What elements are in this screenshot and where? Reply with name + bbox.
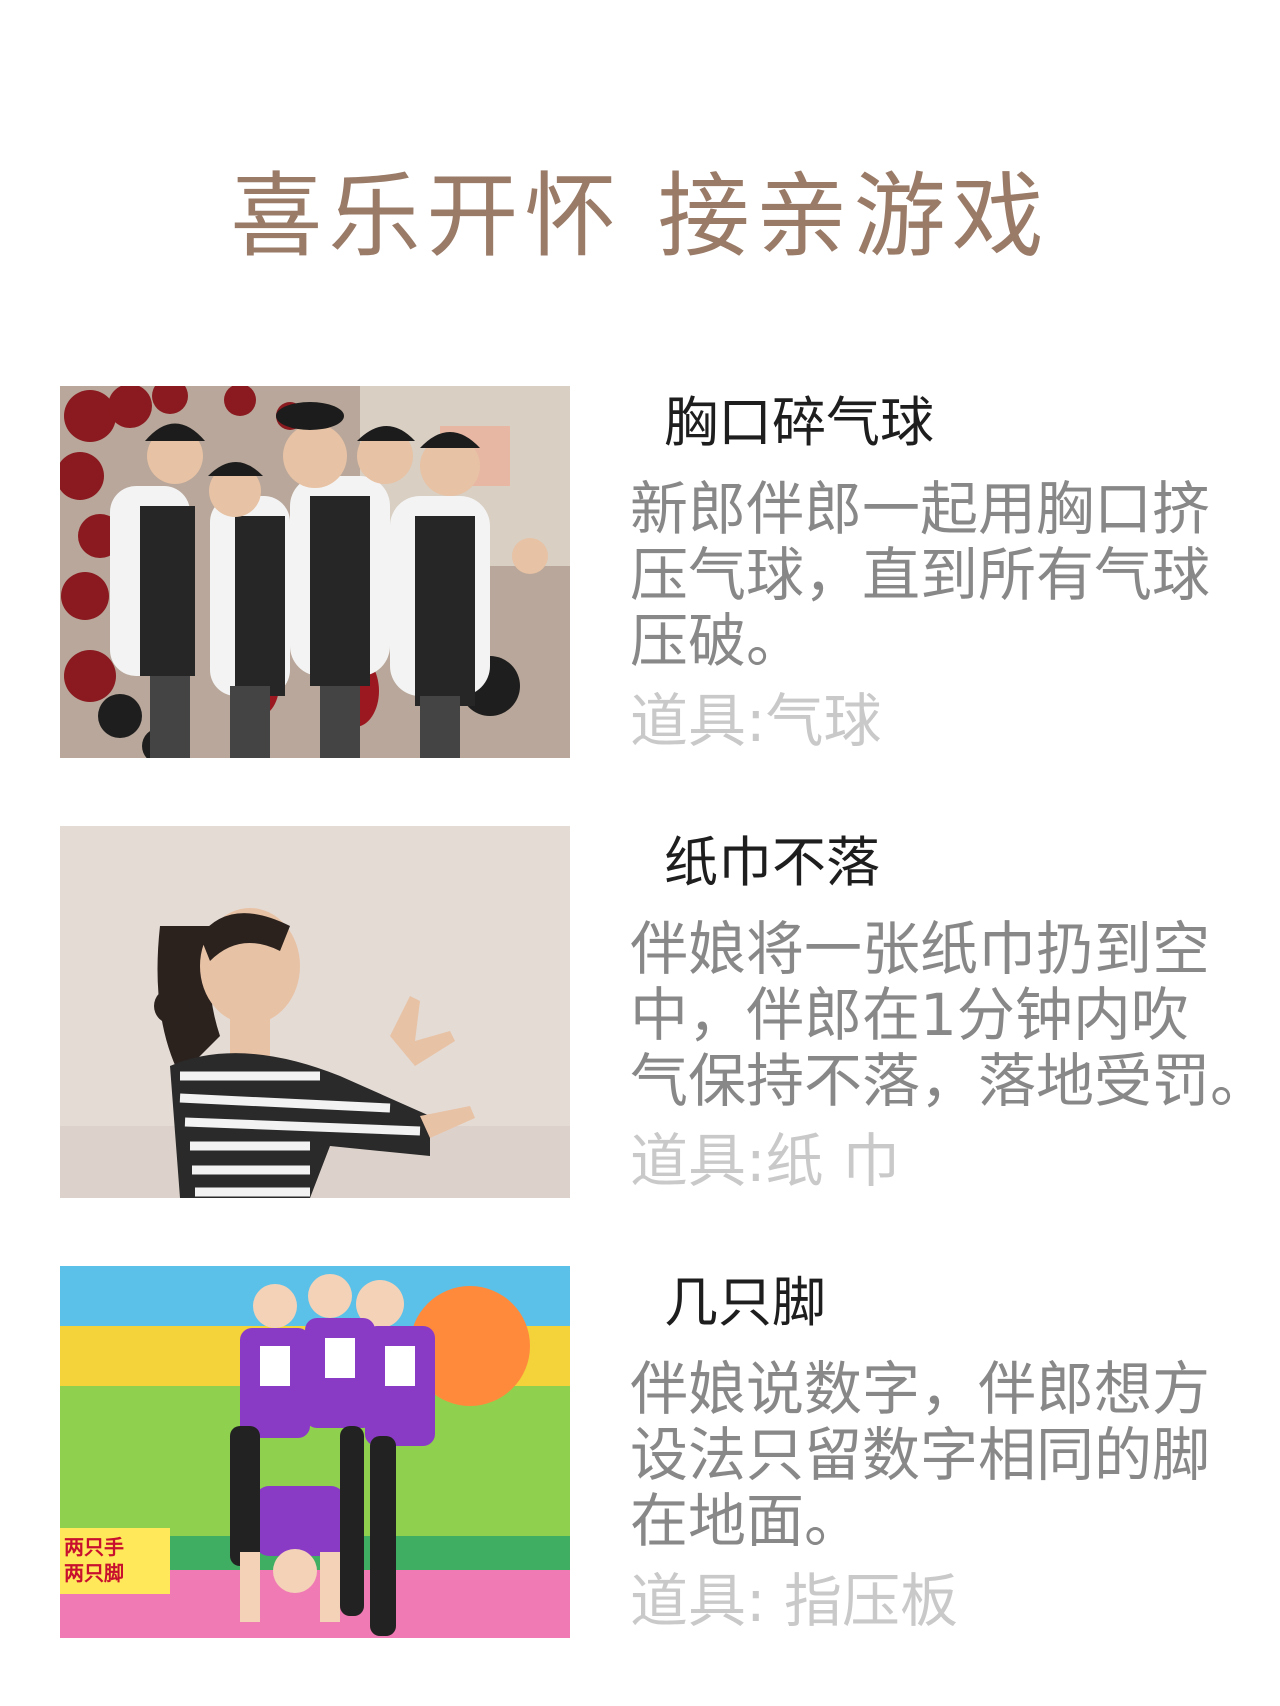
photo-caption-line: 两只手 [64, 1535, 124, 1559]
description-line: 压气球，直到所有气球 [630, 541, 1211, 609]
woman-blowing-tissue-photo [60, 826, 570, 1198]
game-description: 新郎伴郎一起用胸口挤 压气球，直到所有气球 压破。 [630, 476, 1240, 674]
game-card-feet: 两只手 两只脚 几只脚 伴娘说数字，伴郎想方 设法只留数字相同的脚 在地面。 道… [60, 1266, 1240, 1638]
description-line: 压破。 [630, 607, 805, 675]
game-prop: 道具:气球 [630, 687, 882, 755]
tv-show-feet-game-photo: 两只手 两只脚 [60, 1266, 570, 1638]
page-title: 喜乐开怀 接亲游戏 [230, 163, 1050, 270]
game-description: 伴娘说数字，伴郎想方 设法只留数字相同的脚 在地面。 [630, 1356, 1240, 1554]
groomsmen-balloons-photo [60, 386, 570, 758]
game-name: 几只脚 [664, 1271, 826, 1334]
game-prop: 道具: 指压板 [630, 1567, 958, 1635]
photo-caption-line: 两只脚 [64, 1561, 124, 1585]
description-line: 伴娘说数字，伴郎想方 [630, 1355, 1211, 1423]
game-name: 胸口碎气球 [664, 391, 934, 454]
description-line: 气保持不落，落地受罚。 [630, 1047, 1269, 1115]
description-line: 中，伴郎在1分钟内吹 [630, 981, 1189, 1049]
description-line: 伴娘将一张纸巾扔到空 [630, 915, 1211, 983]
game-prop: 道具:纸 巾 [630, 1127, 900, 1195]
game-name: 纸巾不落 [664, 831, 880, 894]
game-description: 伴娘将一张纸巾扔到空 中，伴郎在1分钟内吹 气保持不落，落地受罚。 [630, 915, 1269, 1115]
game-card-tissue: 纸巾不落 伴娘将一张纸巾扔到空 中，伴郎在1分钟内吹 气保持不落，落地受罚。 道… [60, 826, 1269, 1198]
description-line: 新郎伴郎一起用胸口挤 [630, 475, 1211, 543]
description-line: 设法只留数字相同的脚 [630, 1421, 1211, 1489]
game-card-chest-balloon: 胸口碎气球 新郎伴郎一起用胸口挤 压气球，直到所有气球 压破。 道具:气球 [60, 386, 1240, 758]
description-line: 在地面。 [630, 1487, 863, 1555]
